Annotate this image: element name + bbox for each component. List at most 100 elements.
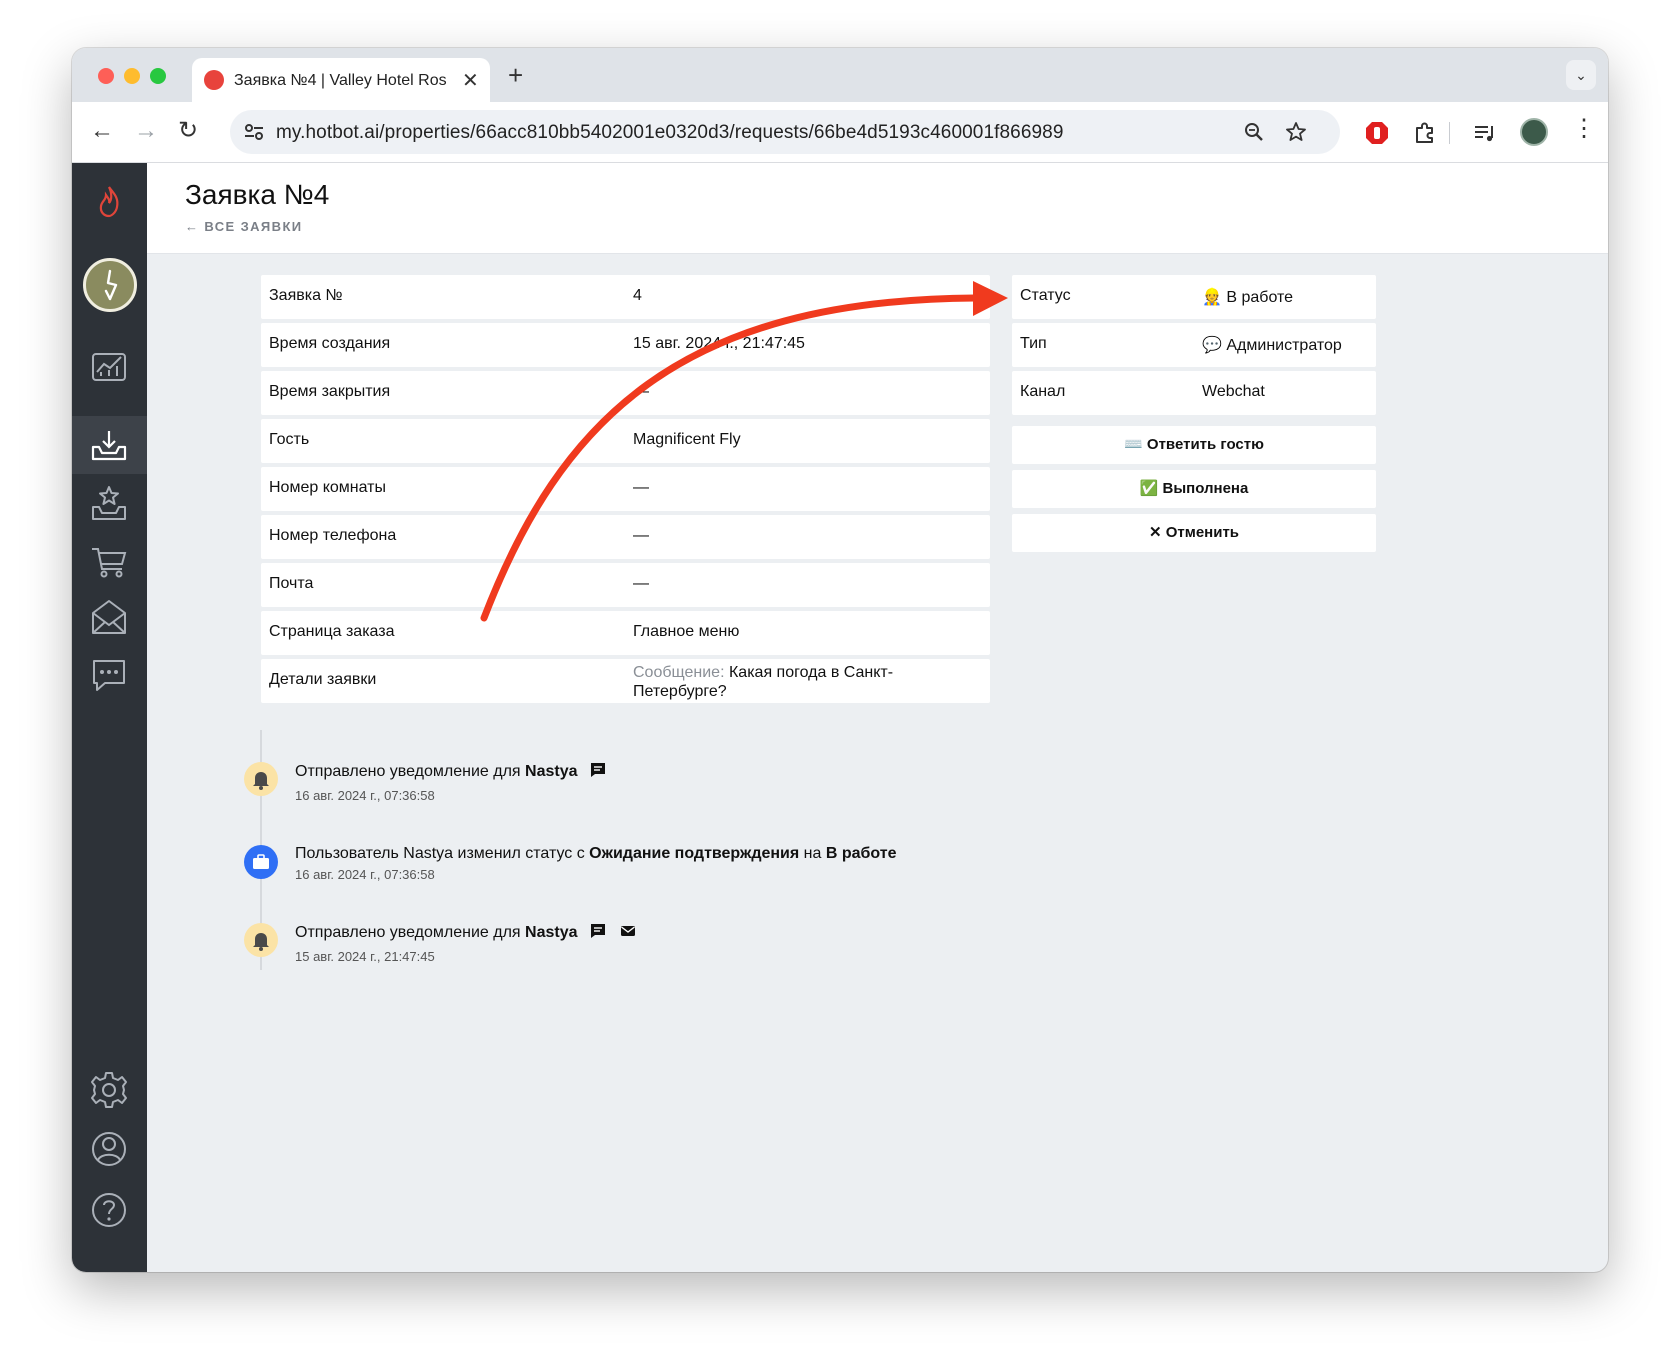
reviews-star-tray-icon[interactable] <box>89 483 129 523</box>
property-logo-icon <box>104 269 118 301</box>
timeline-event-user: Nastya <box>525 763 578 780</box>
timeline-event-user: Nastya <box>525 924 578 941</box>
meta-label: Канал <box>1020 383 1066 400</box>
detail-value-prefix: Сообщение: <box>633 664 725 681</box>
detail-label: Время создания <box>269 335 391 352</box>
zoom-icon[interactable] <box>1242 120 1266 144</box>
meta-row-status: Статус 👷 В работе <box>1012 275 1376 319</box>
settings-gear-icon[interactable] <box>89 1070 129 1110</box>
forward-arrow-icon[interactable]: → <box>134 118 158 144</box>
user-profile-icon[interactable] <box>89 1129 129 1169</box>
timeline-event-prefix: Отправлено уведомление для <box>295 763 526 780</box>
timeline-event-mid: на <box>799 845 826 862</box>
media-controls-icon[interactable] <box>1472 120 1498 146</box>
extensions-puzzle-icon[interactable] <box>1412 120 1438 146</box>
mailing-envelope-icon[interactable] <box>89 597 129 637</box>
shop-cart-icon[interactable] <box>89 541 129 581</box>
detail-value: — <box>633 479 649 496</box>
meta-row-channel: Канал Webchat <box>1012 371 1376 415</box>
meta-label: Статус <box>1020 287 1071 304</box>
detail-row: Заявка № 4 <box>261 275 990 319</box>
detail-row: Почта — <box>261 563 990 607</box>
chat-bubble-icon[interactable] <box>89 655 129 695</box>
detail-row: Время закрытия — <box>261 371 990 415</box>
timeline-event-date: 15 авг. 2024 г., 21:47:45 <box>295 949 435 964</box>
tab-close-icon[interactable]: ✕ <box>462 68 479 93</box>
detail-label: Гость <box>269 431 310 448</box>
site-settings-icon[interactable] <box>242 120 266 144</box>
timeline-old-status: Ожидание подтверждения <box>589 845 800 862</box>
detail-value: 4 <box>633 287 642 304</box>
detail-value: Magnificent Fly <box>633 431 741 448</box>
detail-label: Детали заявки <box>269 671 377 688</box>
meta-label: Тип <box>1020 335 1047 352</box>
bell-icon <box>253 772 269 790</box>
hotbot-flame-logo-icon[interactable] <box>89 181 129 221</box>
help-question-icon[interactable] <box>89 1190 129 1230</box>
detail-row: Гость Magnificent Fly <box>261 419 990 463</box>
timeline-dot <box>244 845 278 879</box>
detail-label: Номер телефона <box>269 527 397 544</box>
bell-icon <box>253 933 269 951</box>
adblock-extension-icon[interactable] <box>1364 120 1390 146</box>
property-avatar[interactable] <box>83 258 137 312</box>
tab-strip: Заявка №4 | Valley Hotel Ros ✕ + ⌄ <box>72 48 1608 102</box>
bookmark-star-icon[interactable] <box>1284 120 1308 144</box>
message-icon <box>590 924 605 938</box>
detail-row: Детали заявки Сообщение: Какая погода в … <box>261 659 990 703</box>
timeline-event-prefix: Отправлено уведомление для <box>295 924 526 941</box>
detail-value: Сообщение: Какая погода в Санкт-Петербур… <box>633 663 953 701</box>
tab-search-chevron-icon[interactable]: ⌄ <box>1566 60 1596 90</box>
close-window-button[interactable] <box>98 68 114 84</box>
detail-row: Время создания 15 авг. 2024 г., 21:47:45 <box>261 323 990 367</box>
type-value: 💬 Администратор <box>1202 337 1342 354</box>
mark-done-button[interactable]: ✅ Выполнена <box>1012 470 1376 508</box>
tab-title: Заявка №4 | Valley Hotel Ros <box>234 72 447 89</box>
status-value[interactable]: 👷 В работе <box>1202 287 1293 307</box>
back-arrow-icon[interactable]: ← <box>90 118 114 144</box>
briefcase-icon <box>253 854 269 869</box>
requests-inbox-icon[interactable] <box>89 425 129 465</box>
channel-value: Webchat <box>1202 383 1265 400</box>
detail-label: Почта <box>269 575 314 592</box>
minimize-window-button[interactable] <box>124 68 140 84</box>
maximize-window-button[interactable] <box>150 68 166 84</box>
detail-row: Номер телефона — <box>261 515 990 559</box>
detail-label: Время закрытия <box>269 383 391 400</box>
browser-menu-icon[interactable]: ⋮ <box>1572 116 1596 142</box>
timeline-event-text: Отправлено уведомление для Nastya <box>295 923 636 942</box>
back-to-requests-link[interactable]: ← ВСЕ ЗАЯВКИ <box>185 219 303 234</box>
browser-toolbar: ← → ↻ my.hotbot.ai/properties/66acc810bb… <box>72 102 1608 163</box>
reply-guest-button[interactable]: ⌨️ Ответить гостю <box>1012 426 1376 464</box>
message-icon <box>590 763 605 777</box>
timeline-event-prefix: Пользователь Nastya изменил статус с <box>295 845 590 862</box>
detail-value: — <box>633 527 649 544</box>
analytics-chart-icon[interactable] <box>89 346 129 386</box>
detail-value: Главное меню <box>633 623 740 640</box>
page-title: Заявка №4 <box>185 179 330 210</box>
email-icon <box>621 926 636 936</box>
detail-value: 15 авг. 2024 г., 21:47:45 <box>633 335 805 352</box>
flame-favicon-icon <box>204 70 224 90</box>
toolbar-separator <box>1449 122 1450 144</box>
browser-tab-active[interactable]: Заявка №4 | Valley Hotel Ros ✕ <box>192 58 490 102</box>
detail-row: Номер комнаты — <box>261 467 990 511</box>
meta-row-type: Тип 💬 Администратор <box>1012 323 1376 367</box>
cancel-request-button[interactable]: ✕ Отменить <box>1012 514 1376 552</box>
timeline-new-status: В работе <box>825 845 897 862</box>
reload-icon[interactable]: ↻ <box>178 118 198 144</box>
timeline-event-text: Отправлено уведомление для Nastya <box>295 762 606 781</box>
detail-row: Страница заказа Главное меню <box>261 611 990 655</box>
new-tab-button[interactable]: + <box>508 60 523 91</box>
timeline-event-date: 16 авг. 2024 г., 07:36:58 <box>295 788 435 803</box>
timeline-event-date: 16 авг. 2024 г., 07:36:58 <box>295 867 435 882</box>
detail-label: Заявка № <box>269 287 343 304</box>
timeline-dot <box>244 762 278 796</box>
timeline-dot <box>244 923 278 957</box>
app-sidebar <box>72 163 147 1272</box>
url-text[interactable]: my.hotbot.ai/properties/66acc810bb540200… <box>276 122 1064 144</box>
profile-avatar[interactable] <box>1520 118 1548 146</box>
page-header: Заявка №4 ← ВСЕ ЗАЯВКИ <box>147 163 1608 254</box>
address-bar[interactable]: my.hotbot.ai/properties/66acc810bb540200… <box>230 110 1340 154</box>
timeline-event-text: Пользователь Nastya изменил статус с Ожи… <box>295 845 897 863</box>
